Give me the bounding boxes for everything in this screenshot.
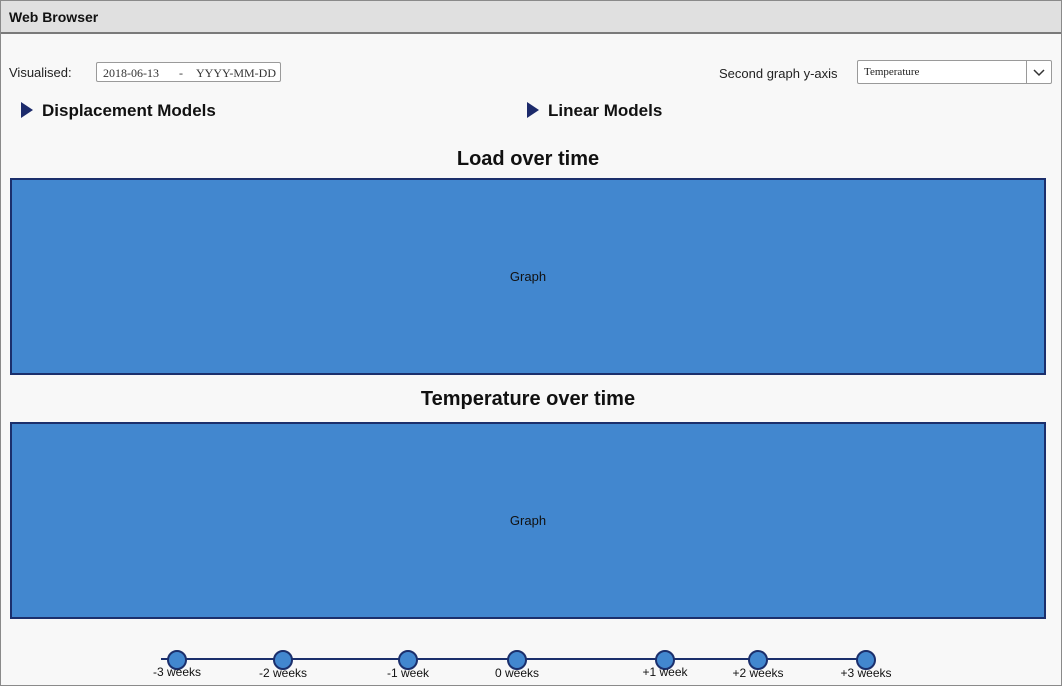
window-title: Web Browser xyxy=(9,9,99,25)
chevron-down-icon[interactable] xyxy=(1026,61,1051,83)
temperature-graph[interactable]: Graph xyxy=(10,422,1046,619)
second-axis-select[interactable]: Temperature xyxy=(857,60,1052,84)
linear-models-expander[interactable]: Linear Models xyxy=(527,100,672,122)
triangle-right-icon xyxy=(21,102,33,118)
timeline-label: -2 weeks xyxy=(258,666,308,680)
timeline-label: -3 weeks xyxy=(152,665,202,679)
timeline-label: +3 weeks xyxy=(840,666,892,680)
date-range-input[interactable]: 2018-06-13 - YYYY-MM-DD xyxy=(96,62,281,82)
load-graph-placeholder: Graph xyxy=(509,269,547,284)
timeline-label: -1 week xyxy=(386,666,430,680)
time-range-slider[interactable]: -3 weeks -2 weeks -1 week 0 weeks +1 wee… xyxy=(1,641,1061,685)
browser-window: Web Browser Visualised: 2018-06-13 - YYY… xyxy=(0,0,1062,686)
date-start-value[interactable]: 2018-06-13 xyxy=(103,66,159,81)
date-end-field[interactable]: YYYY-MM-DD xyxy=(196,66,276,81)
triangle-right-icon xyxy=(527,102,539,118)
displacement-models-expander[interactable]: Displacement Models xyxy=(21,100,221,122)
title-bar: Web Browser xyxy=(1,1,1061,34)
timeline-label: 0 weeks xyxy=(494,666,540,680)
visualised-label: Visualised: xyxy=(9,65,72,80)
displacement-models-label: Displacement Models xyxy=(42,101,216,120)
second-axis-label: Second graph y-axis xyxy=(719,66,838,81)
date-separator: - xyxy=(179,66,183,80)
load-graph[interactable]: Graph xyxy=(10,178,1046,375)
timeline-label: +2 weeks xyxy=(732,666,784,680)
second-axis-selected-value: Temperature xyxy=(864,66,920,78)
linear-models-label: Linear Models xyxy=(548,101,663,120)
temperature-graph-placeholder: Graph xyxy=(509,513,547,528)
timeline-label: +1 week xyxy=(642,665,688,679)
temperature-graph-title: Temperature over time xyxy=(420,388,636,410)
load-graph-title: Load over time xyxy=(456,148,600,170)
